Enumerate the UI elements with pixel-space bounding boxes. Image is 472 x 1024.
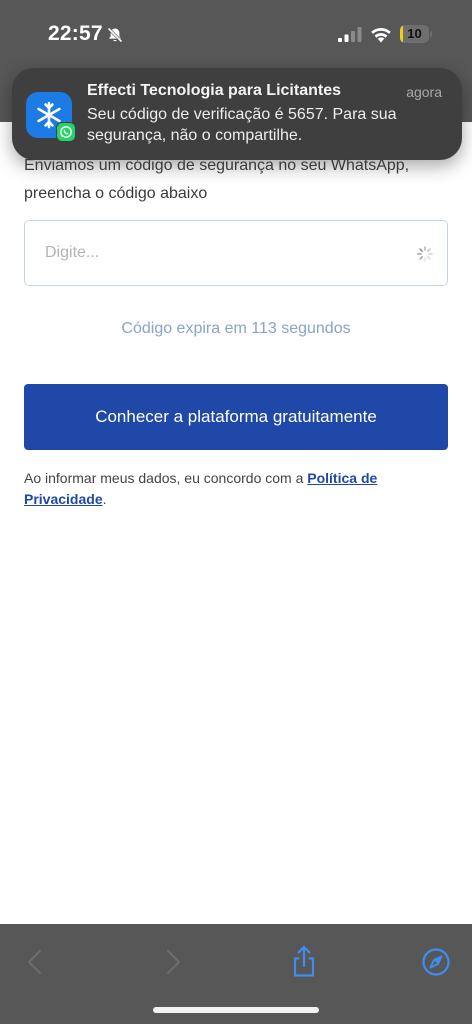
battery-level: 10 — [407, 26, 422, 41]
battery-icon: 10 — [400, 25, 432, 43]
code-expiry-countdown: Código expira em 113 segundos — [121, 320, 351, 337]
instructions-text: Enviamos um código de segurança no seu W… — [24, 157, 410, 202]
bell-slash-icon — [106, 26, 124, 44]
whatsapp-badge-icon — [56, 122, 76, 142]
status-bar: 22:57 10 — [0, 0, 472, 64]
home-indicator[interactable] — [153, 1007, 319, 1013]
compass-icon[interactable] — [416, 942, 456, 982]
start-free-platform-button[interactable]: Conhecer a plataforma gratuitamente — [24, 384, 448, 450]
status-time: 22:57 — [48, 22, 103, 45]
cellular-signal-icon — [338, 27, 362, 42]
notification-banner[interactable]: Effecti Tecnologia para Licitantes agora… — [12, 68, 462, 160]
notification-time: agora — [406, 84, 442, 100]
notification-app-name: Effecti Tecnologia para Licitantes — [87, 82, 341, 99]
back-chevron-icon[interactable] — [16, 942, 56, 982]
consent-text: Ao informar meus dados, eu concordo com … — [24, 470, 308, 486]
consent-period: . — [102, 491, 107, 507]
code-input-field[interactable] — [24, 220, 448, 286]
forward-chevron-icon[interactable] — [152, 942, 192, 982]
code-input[interactable] — [25, 221, 447, 285]
share-icon[interactable] — [284, 942, 324, 982]
loading-spinner-icon — [417, 246, 433, 262]
notification-message: Seu código de verificação é 5657. Para s… — [87, 106, 397, 144]
privacy-consent-text: Ao informar meus dados, eu concordo com … — [24, 468, 454, 510]
wifi-icon — [370, 25, 392, 43]
